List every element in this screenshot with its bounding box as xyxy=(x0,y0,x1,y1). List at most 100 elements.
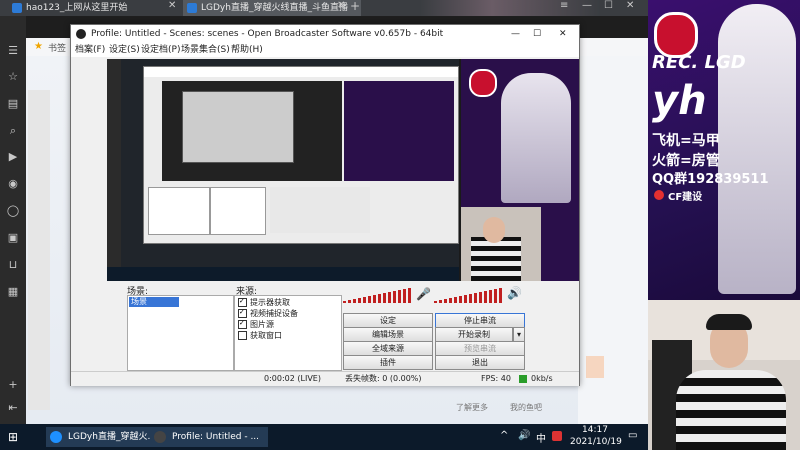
nested-overlay xyxy=(344,81,454,181)
add-icon[interactable]: + xyxy=(6,378,20,392)
browser-icon xyxy=(50,431,62,443)
browser-tab-douyu[interactable]: LGDyh直播_穿越火线直播_斗鱼直播 xyxy=(183,0,361,16)
source-label: 图片源 xyxy=(250,320,274,329)
streamer-face xyxy=(483,217,505,243)
source-item[interactable]: 视频捕捉设备 xyxy=(238,307,298,319)
scene-item[interactable]: 场景 xyxy=(129,297,179,307)
obs-close-button[interactable]: ✕ xyxy=(559,25,567,43)
speaker-icon[interactable]: 🔊 xyxy=(507,286,522,300)
reader-icon[interactable]: ▤ xyxy=(6,97,20,111)
clock-time[interactable]: 14:17 xyxy=(582,425,608,435)
bookmark-star-icon[interactable]: ★ xyxy=(34,41,43,52)
team-logo-icon xyxy=(469,69,497,97)
scenes-list[interactable]: 场景 xyxy=(127,295,234,371)
chat-icon[interactable]: ◯ xyxy=(6,204,20,218)
tray-expand-icon[interactable]: ^ xyxy=(500,430,508,441)
checkbox-icon[interactable] xyxy=(238,296,247,307)
page-banner xyxy=(586,356,604,378)
clock-date[interactable]: 2021/10/19 xyxy=(570,437,622,447)
stream-preview[interactable] xyxy=(107,59,579,281)
obs-menu-bar: 档案(F) 设定(S) 设定档(P) 场景集合(S) 帮助(H) xyxy=(71,43,579,57)
apps-icon[interactable]: ▦ xyxy=(6,285,20,299)
plugins-button[interactable]: 插件 xyxy=(343,355,433,370)
overlay-line-2: 火箭=房管 xyxy=(652,153,720,169)
windows-start-icon[interactable]: ⊞ xyxy=(8,430,18,444)
obs-logo-icon xyxy=(76,29,86,39)
preview-stream-button[interactable]: 预览串流 xyxy=(435,341,525,356)
menu-settings[interactable]: 设定(S) xyxy=(109,43,140,57)
close-icon[interactable]: ✕ xyxy=(626,0,634,11)
tab-close-icon[interactable]: ✕ xyxy=(337,0,345,11)
volume-icon[interactable]: 🔊 xyxy=(518,430,530,441)
stop-stream-button[interactable]: 停止串流 xyxy=(435,313,525,328)
video-icon[interactable]: ▶ xyxy=(6,150,20,164)
striped-shirt xyxy=(471,237,521,281)
new-tab-button[interactable]: + xyxy=(350,0,360,13)
start-record-button[interactable]: 开始录制 xyxy=(435,327,513,342)
edit-scene-button[interactable]: 编辑场景 xyxy=(343,327,433,342)
maximize-icon[interactable]: ☐ xyxy=(604,0,613,11)
notification-icon[interactable]: ▭ xyxy=(628,430,637,441)
taskbar-item-obs[interactable]: Profile: Untitled - ... xyxy=(150,427,268,447)
obs-taskbar-icon xyxy=(154,431,166,443)
fish-bar-link[interactable]: 我的鱼吧 xyxy=(510,402,542,413)
menu-scene-collection[interactable]: 场景集合(S) xyxy=(181,43,230,57)
menu-icon[interactable]: ☰ xyxy=(6,44,20,58)
live-icon[interactable]: ◉ xyxy=(6,177,20,191)
record-dropdown-icon[interactable]: ▾ xyxy=(513,327,525,342)
learn-more-link[interactable]: 了解更多 xyxy=(456,402,488,413)
nested-deeper-window xyxy=(182,91,294,163)
source-label: 视频捕捉设备 xyxy=(250,309,298,318)
striped-shirt xyxy=(676,370,786,450)
obs-maximize-button[interactable]: ☐ xyxy=(533,25,541,43)
wallet-icon[interactable]: ▣ xyxy=(6,231,20,245)
preview-desktop xyxy=(107,59,459,267)
microphone-icon[interactable]: 🎤 xyxy=(416,287,431,301)
weibo-icon xyxy=(654,190,664,200)
source-item[interactable]: 提示器获取 xyxy=(238,296,290,308)
exit-button[interactable]: 退出 xyxy=(435,355,525,370)
minimize-icon[interactable]: — xyxy=(582,0,592,11)
menu-profile[interactable]: 设定档(P) xyxy=(141,43,180,57)
search-icon[interactable]: ⌕ xyxy=(6,124,20,138)
window-menu-icon[interactable]: ≡ xyxy=(560,0,568,11)
tray-app-icon[interactable] xyxy=(552,431,562,441)
desktop-volume-meter[interactable] xyxy=(434,287,504,303)
menu-help[interactable]: 帮助(H) xyxy=(231,43,263,57)
nested-scenes-list xyxy=(148,187,210,235)
page-left-column xyxy=(28,90,50,410)
dropped-frames: 丢失帧数: 0 (0.00%) xyxy=(345,374,422,383)
settings-button[interactable]: 设定 xyxy=(343,313,433,328)
taskbar-label: Profile: Untitled - ... xyxy=(172,432,260,442)
preview-sidebar xyxy=(107,59,121,267)
obs-window-title: Profile: Untitled - Scenes: scenes - Ope… xyxy=(91,29,444,39)
preview-webcam xyxy=(461,207,541,281)
bookmarks-label[interactable]: 书签 xyxy=(48,41,66,54)
source-item[interactable]: 获取窗口 xyxy=(238,330,282,341)
menu-file[interactable]: 档案(F) xyxy=(75,43,105,57)
ime-indicator[interactable]: 中 xyxy=(536,430,546,445)
nested-obs-window xyxy=(143,66,459,244)
source-label: 提示器获取 xyxy=(250,298,290,307)
global-sources-button[interactable]: 全域来源 xyxy=(343,341,433,356)
collapse-icon[interactable]: ⇤ xyxy=(6,401,20,415)
player-name: yh xyxy=(652,78,707,124)
taskbar-label: LGDyh直播_穿越火... xyxy=(68,432,157,442)
sources-list[interactable]: 提示器获取 视频捕捉设备 图片源 获取窗口 xyxy=(234,295,342,371)
checkbox-icon[interactable] xyxy=(238,307,247,318)
source-label: 获取窗口 xyxy=(250,331,282,340)
cart-icon[interactable]: ⊔ xyxy=(6,258,20,272)
checkbox-icon[interactable] xyxy=(238,331,247,340)
star-icon[interactable]: ☆ xyxy=(6,70,20,84)
tab-label: hao123_上网从这里开始 xyxy=(26,3,128,13)
tab-label: LGDyh直播_穿越火线直播_斗鱼直播 xyxy=(201,3,348,13)
bitrate-readout: 0kb/s xyxy=(531,374,553,383)
checkbox-icon[interactable] xyxy=(238,318,247,329)
tab-close-icon[interactable]: ✕ xyxy=(168,0,176,11)
stream-time: 0:00:02 (LIVE) xyxy=(264,374,321,383)
obs-minimize-button[interactable]: — xyxy=(511,25,520,43)
overlay-qq-group: QQ群192839511 xyxy=(652,172,769,187)
overlay-line-1: 飞机=马甲 xyxy=(652,133,720,149)
source-item[interactable]: 图片源 xyxy=(238,318,274,330)
mic-volume-meter[interactable] xyxy=(343,287,413,303)
